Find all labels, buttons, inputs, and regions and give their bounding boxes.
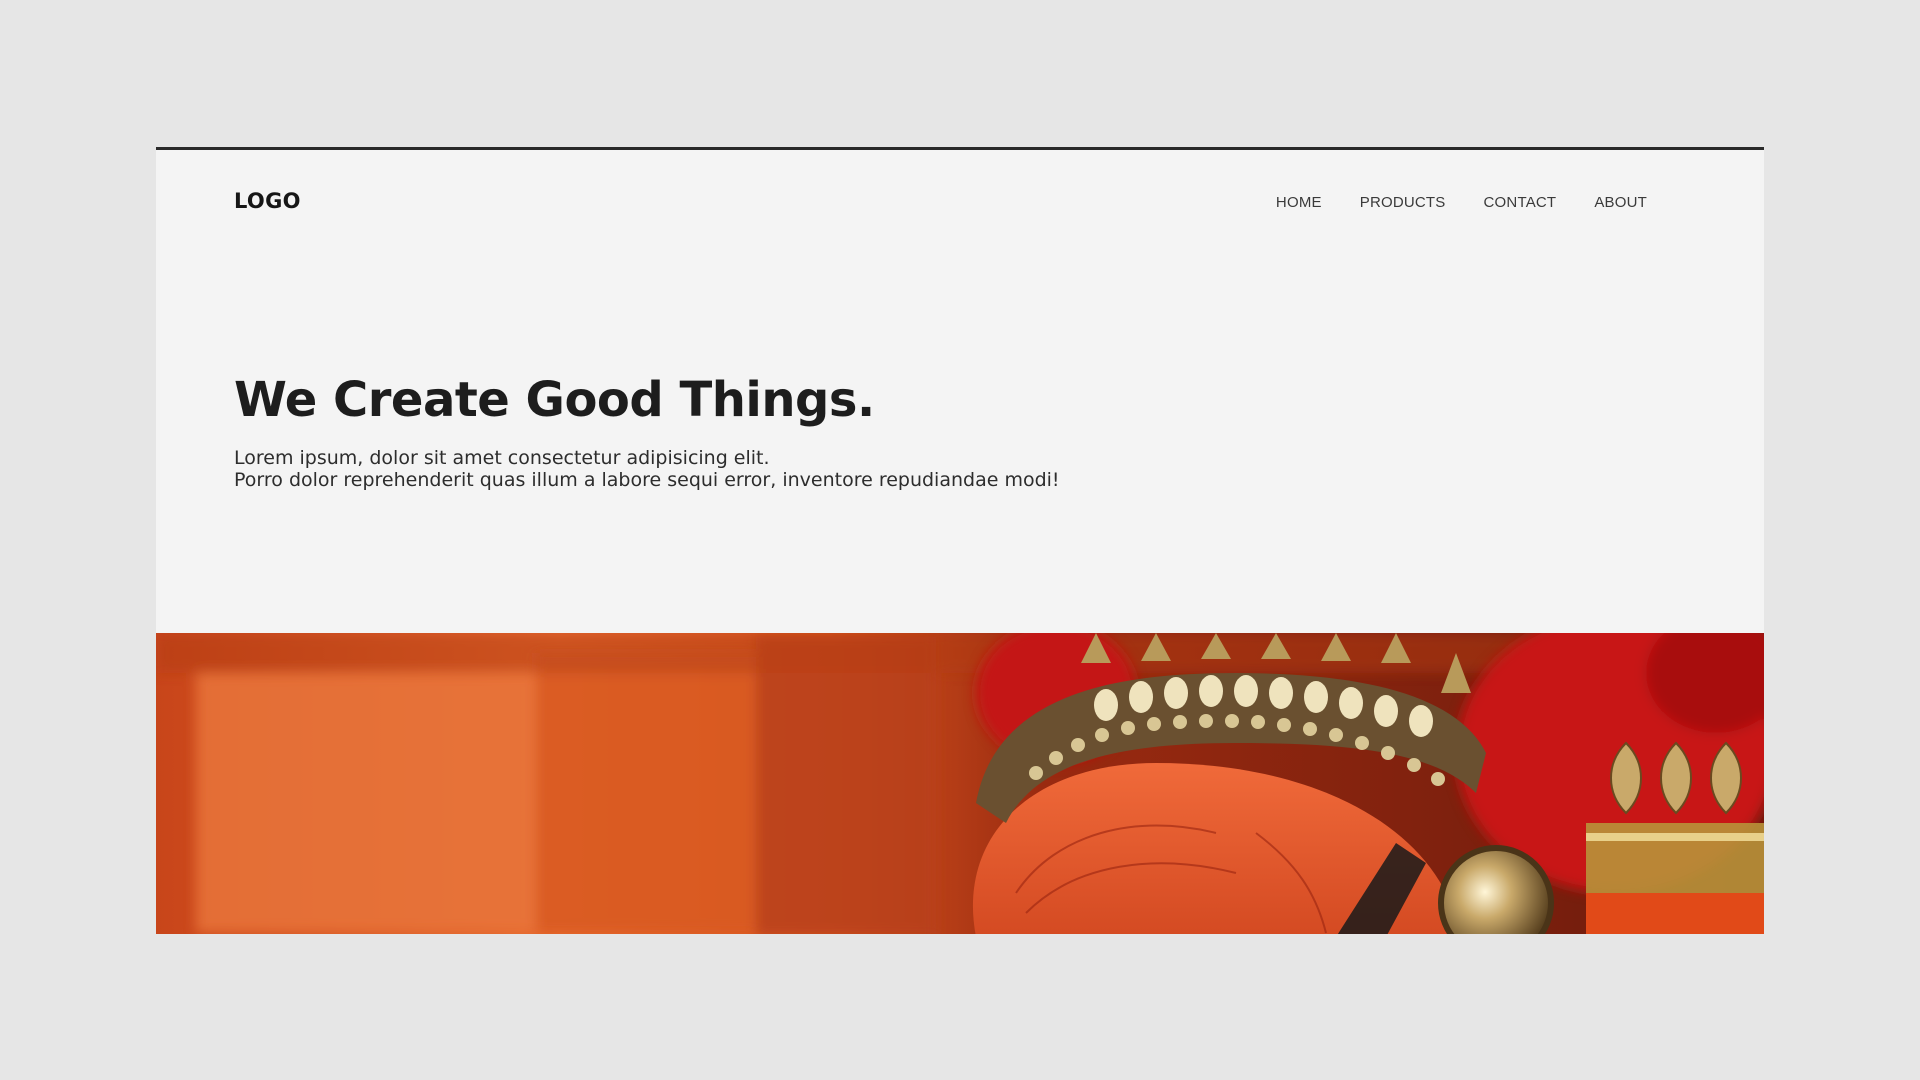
nav-products[interactable]: PRODUCTS	[1360, 194, 1446, 211]
hero-image-artwork	[156, 633, 1764, 934]
site-header: LOGO HOME PRODUCTS CONTACT ABOUT	[156, 150, 1764, 250]
logo[interactable]: LOGO	[234, 189, 301, 213]
hero-text-line-1: Lorem ipsum, dolor sit amet consectetur …	[234, 447, 770, 469]
nav-home[interactable]: HOME	[1276, 194, 1322, 211]
hero-text-line-2: Porro dolor reprehenderit quas illum a l…	[234, 469, 1060, 491]
hero-title: We Create Good Things.	[234, 372, 875, 428]
hero-text: Lorem ipsum, dolor sit amet consectetur …	[234, 447, 1060, 491]
main-nav: HOME PRODUCTS CONTACT ABOUT	[1276, 194, 1647, 211]
nav-about[interactable]: ABOUT	[1594, 194, 1647, 211]
nav-contact[interactable]: CONTACT	[1484, 194, 1557, 211]
website-frame: LOGO HOME PRODUCTS CONTACT ABOUT We Crea…	[156, 147, 1764, 934]
hero-image	[156, 633, 1764, 934]
